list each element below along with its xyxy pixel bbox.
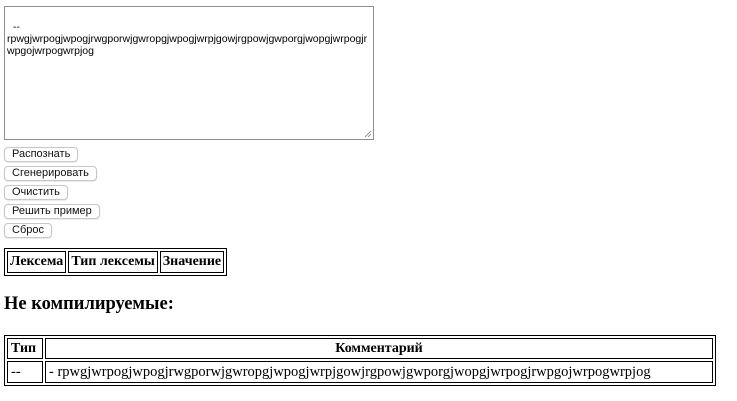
non-compiled-table-header-row: Тип Комментарий — [7, 338, 713, 359]
generate-button[interactable]: Сгенерировать — [4, 166, 97, 181]
recognize-button[interactable]: Распознать — [4, 147, 79, 162]
code-input-text: -- rpwgjwrpogjwpogjrwgporwjgwropgjwpogjw… — [7, 21, 368, 57]
lexeme-table-header-row: Лексема Тип лексемы Значение — [7, 251, 225, 273]
type-column-header: Тип — [7, 338, 43, 359]
table-row: -- - rpwgjwrpogjwpogjrwgporwjgwropgjwpog… — [7, 361, 713, 383]
resize-handle-icon[interactable] — [364, 130, 372, 138]
lexeme-table: Лексема Тип лексемы Значение — [4, 248, 228, 276]
non-compiled-heading: Не компилируемые: — [4, 294, 174, 314]
lexeme-type-column-header: Тип лексемы — [68, 251, 158, 273]
row-comment-cell: - rpwgjwrpogjwpogjrwgporwjgwropgjwpogjwr… — [45, 361, 713, 383]
clear-button[interactable]: Очистить — [4, 185, 68, 200]
row-type-cell: -- — [7, 361, 43, 383]
value-column-header: Значение — [159, 251, 225, 273]
solve-example-button[interactable]: Решить пример — [4, 204, 100, 219]
code-input-textarea[interactable]: -- rpwgjwrpogjwpogjrwgporwjgwropgjwpogjw… — [4, 6, 374, 140]
non-compiled-table: Тип Комментарий -- - rpwgjwrpogjwpogjrwg… — [4, 335, 716, 386]
lexeme-column-header: Лексема — [7, 251, 67, 273]
comment-column-header: Комментарий — [45, 338, 713, 359]
reset-button[interactable]: Сброс — [4, 223, 52, 238]
